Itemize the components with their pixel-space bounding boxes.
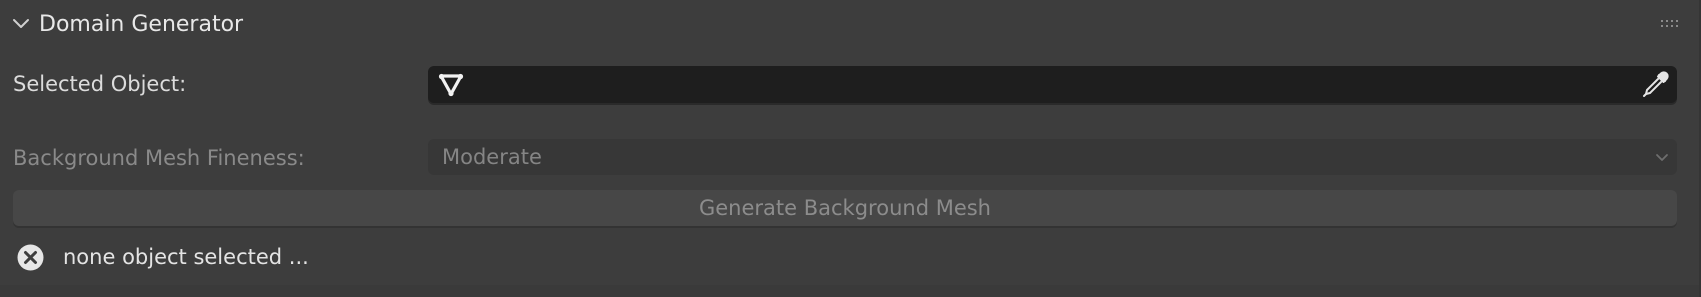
mesh-fineness-value: Moderate [442, 145, 542, 169]
status-message: none object selected ... [0, 240, 1701, 276]
generate-background-mesh-button[interactable]: Generate Background Mesh [13, 190, 1677, 226]
error-x-circle-icon [17, 244, 44, 271]
status-text: none object selected ... [63, 245, 309, 269]
grip-dots-icon[interactable] [1660, 19, 1684, 29]
panel-title: Domain Generator [39, 12, 244, 37]
generate-button-label: Generate Background Mesh [698, 196, 991, 220]
selected-object-label: Selected Object: [13, 72, 187, 96]
mesh-fineness-dropdown[interactable]: Moderate [428, 139, 1677, 175]
selected-object-field[interactable] [428, 66, 1677, 103]
chevron-down-icon[interactable] [12, 17, 30, 31]
eyedropper-icon[interactable] [1641, 71, 1669, 99]
panel-bottom-edge [0, 285, 1701, 297]
mesh-triangle-icon [438, 73, 464, 97]
domain-generator-panel: Domain Generator Selected Object: Backgr… [0, 0, 1701, 297]
chevron-down-icon [1656, 154, 1668, 161]
panel-header[interactable]: Domain Generator [0, 0, 1701, 50]
mesh-fineness-label: Background Mesh Fineness: [13, 146, 305, 170]
